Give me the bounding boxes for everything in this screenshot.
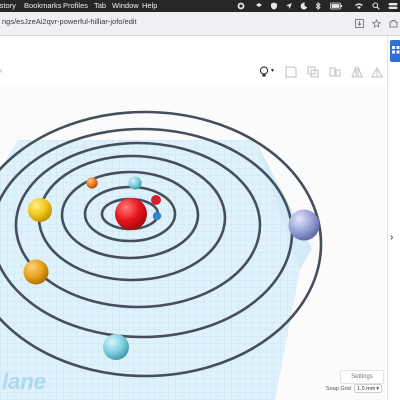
control-center-icon[interactable] bbox=[388, 2, 398, 10]
chevron-down-icon: ▾ bbox=[376, 386, 379, 392]
menu-help[interactable]: Help bbox=[142, 0, 157, 12]
workplane-canvas[interactable] bbox=[0, 83, 387, 400]
neptune-sphere[interactable] bbox=[288, 209, 320, 241]
grid-icon bbox=[392, 46, 400, 54]
shield-icon[interactable] bbox=[270, 2, 278, 10]
battery-icon[interactable] bbox=[330, 2, 343, 10]
uranus-sphere[interactable] bbox=[103, 334, 129, 360]
chevron-down-icon[interactable]: ▾ bbox=[271, 67, 274, 74]
wifi-icon[interactable] bbox=[354, 2, 364, 10]
menu-bar: istory Bookmarks Profiles Tab Window Hel… bbox=[0, 0, 400, 12]
snap-grid-label: Snap Grid bbox=[326, 386, 351, 392]
download-icon[interactable] bbox=[355, 19, 364, 28]
menu-tab[interactable]: Tab bbox=[94, 0, 106, 12]
menu-bookmarks[interactable]: Bookmarks bbox=[24, 0, 62, 12]
group-icon[interactable] bbox=[306, 65, 320, 79]
note-icon[interactable] bbox=[284, 65, 298, 79]
menu-profiles[interactable]: Profiles bbox=[63, 0, 88, 12]
jupiter-sphere[interactable] bbox=[28, 198, 52, 222]
browser-address-bar[interactable]: ngs/esJzeAi2qvr-powerful-hilliar-jofo/ed… bbox=[0, 12, 400, 36]
moon-icon[interactable] bbox=[300, 2, 308, 10]
search-icon[interactable] bbox=[372, 2, 380, 10]
snap-grid-value: 1.0 mm bbox=[357, 386, 376, 392]
record-icon[interactable] bbox=[236, 2, 246, 10]
chevron-left-icon[interactable]: ‹ bbox=[0, 68, 2, 75]
location-icon[interactable] bbox=[285, 2, 293, 10]
earth-sphere[interactable] bbox=[128, 176, 142, 190]
bookmark-star-icon[interactable] bbox=[372, 19, 381, 28]
flip-icon[interactable] bbox=[370, 65, 384, 79]
saturn-sphere[interactable] bbox=[23, 259, 49, 285]
menu-window[interactable]: Window bbox=[112, 0, 139, 12]
dropbox-icon[interactable] bbox=[255, 2, 263, 10]
bluetooth-icon[interactable] bbox=[314, 2, 322, 10]
workplane-label: lane bbox=[2, 369, 47, 394]
settings-button[interactable]: Settings bbox=[340, 370, 384, 384]
workplane-viewport[interactable] bbox=[0, 83, 387, 400]
url-text[interactable]: ngs/esJzeAi2qvr-powerful-hilliar-jofo/ed… bbox=[2, 17, 137, 26]
lightbulb-icon[interactable] bbox=[257, 65, 271, 79]
app-header bbox=[0, 36, 387, 61]
right-side-panel: › bbox=[387, 36, 400, 400]
chevron-right-icon[interactable]: › bbox=[390, 232, 393, 243]
mirror-icon[interactable] bbox=[350, 65, 364, 79]
mercury-sphere[interactable] bbox=[151, 195, 161, 205]
mars-sphere[interactable] bbox=[86, 177, 98, 189]
menu-history[interactable]: istory bbox=[0, 0, 16, 12]
align-icon[interactable] bbox=[328, 65, 342, 79]
snap-grid-select[interactable]: 1.0 mm ▾ bbox=[354, 384, 382, 393]
editor-toolbar: ‹ ▾ bbox=[0, 61, 387, 84]
extensions-icon[interactable] bbox=[389, 19, 398, 28]
sun-sphere[interactable] bbox=[115, 198, 147, 230]
venus-sphere[interactable] bbox=[152, 211, 162, 221]
shapes-panel-button[interactable] bbox=[390, 40, 400, 62]
